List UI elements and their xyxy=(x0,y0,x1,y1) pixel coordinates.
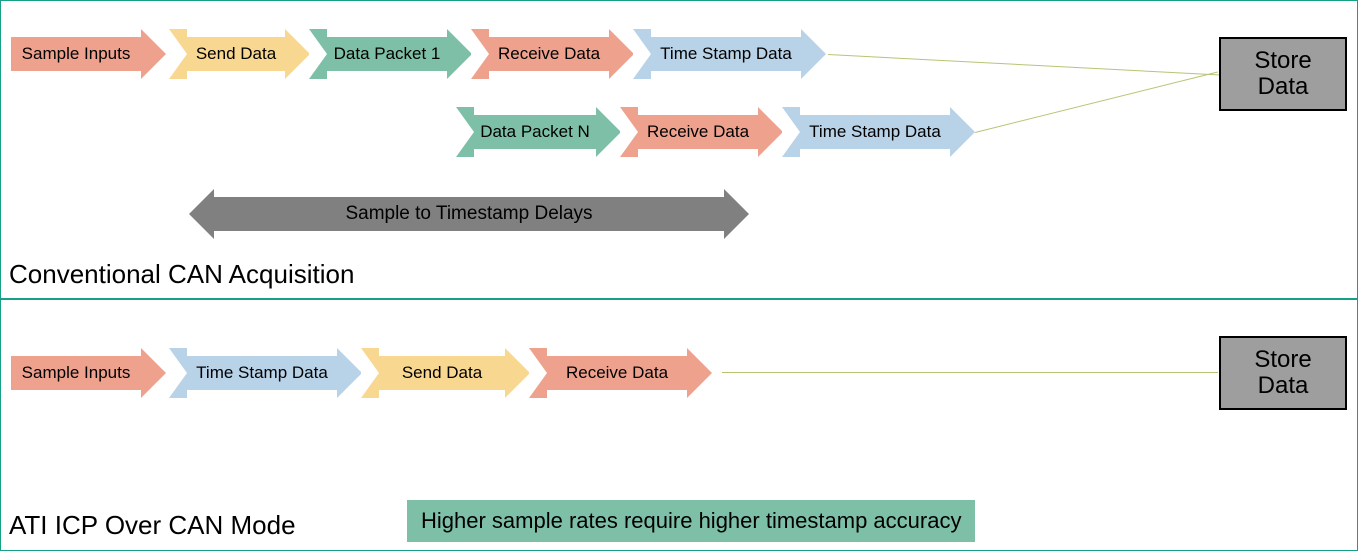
arrow-label: Sample Inputs xyxy=(11,37,141,71)
arrow-label: Sample Inputs xyxy=(11,356,141,390)
diagram-canvas: Sample Inputs Send Data Data Packet 1 Re… xyxy=(0,0,1358,552)
arrow-receive-data: Receive Data xyxy=(471,29,634,79)
arrow-data-packet-n: Data Packet N xyxy=(456,107,621,157)
delay-label: Sample to Timestamp Delays xyxy=(214,197,724,231)
arrow-sample-inputs: Sample Inputs xyxy=(11,29,166,79)
panel-conventional: Sample Inputs Send Data Data Packet 1 Re… xyxy=(0,0,1358,299)
arrow-receive-data-b: Receive Data xyxy=(529,348,712,398)
arrow-label: Receive Data xyxy=(547,356,687,390)
panel-ati-icp: Sample Inputs Time Stamp Data Send Data … xyxy=(0,299,1358,551)
arrow-label: Time Stamp Data xyxy=(187,356,337,390)
arrow-send-data-b: Send Data xyxy=(361,348,530,398)
arrow-label: Send Data xyxy=(187,37,285,71)
store-data-box-b: Store Data xyxy=(1219,336,1347,410)
arrow-time-stamp-b: Time Stamp Data xyxy=(169,348,362,398)
arrow-receive-data-2: Receive Data xyxy=(620,107,783,157)
arrow-send-data: Send Data xyxy=(169,29,310,79)
arrow-label: Receive Data xyxy=(638,115,758,149)
caption-conventional: Conventional CAN Acquisition xyxy=(9,259,354,290)
arrow-label: Data Packet 1 xyxy=(327,37,447,71)
delay-double-arrow: Sample to Timestamp Delays xyxy=(189,189,749,239)
arrow-label: Time Stamp Data xyxy=(651,37,801,71)
store-data-box: Store Data xyxy=(1219,37,1347,111)
arrow-label: Send Data xyxy=(379,356,505,390)
arrow-label: Receive Data xyxy=(489,37,609,71)
note-higher-sample-rates: Higher sample rates require higher times… xyxy=(407,500,975,542)
arrow-time-stamp: Time Stamp Data xyxy=(633,29,826,79)
arrow-label: Time Stamp Data xyxy=(800,115,950,149)
arrow-time-stamp-2: Time Stamp Data xyxy=(782,107,975,157)
arrow-sample-inputs-b: Sample Inputs xyxy=(11,348,166,398)
caption-ati: ATI ICP Over CAN Mode xyxy=(9,510,296,541)
arrow-label: Data Packet N xyxy=(474,115,596,149)
store-label: Store Data xyxy=(1254,347,1311,400)
arrow-data-packet-1: Data Packet 1 xyxy=(309,29,472,79)
store-label: Store Data xyxy=(1254,48,1311,101)
